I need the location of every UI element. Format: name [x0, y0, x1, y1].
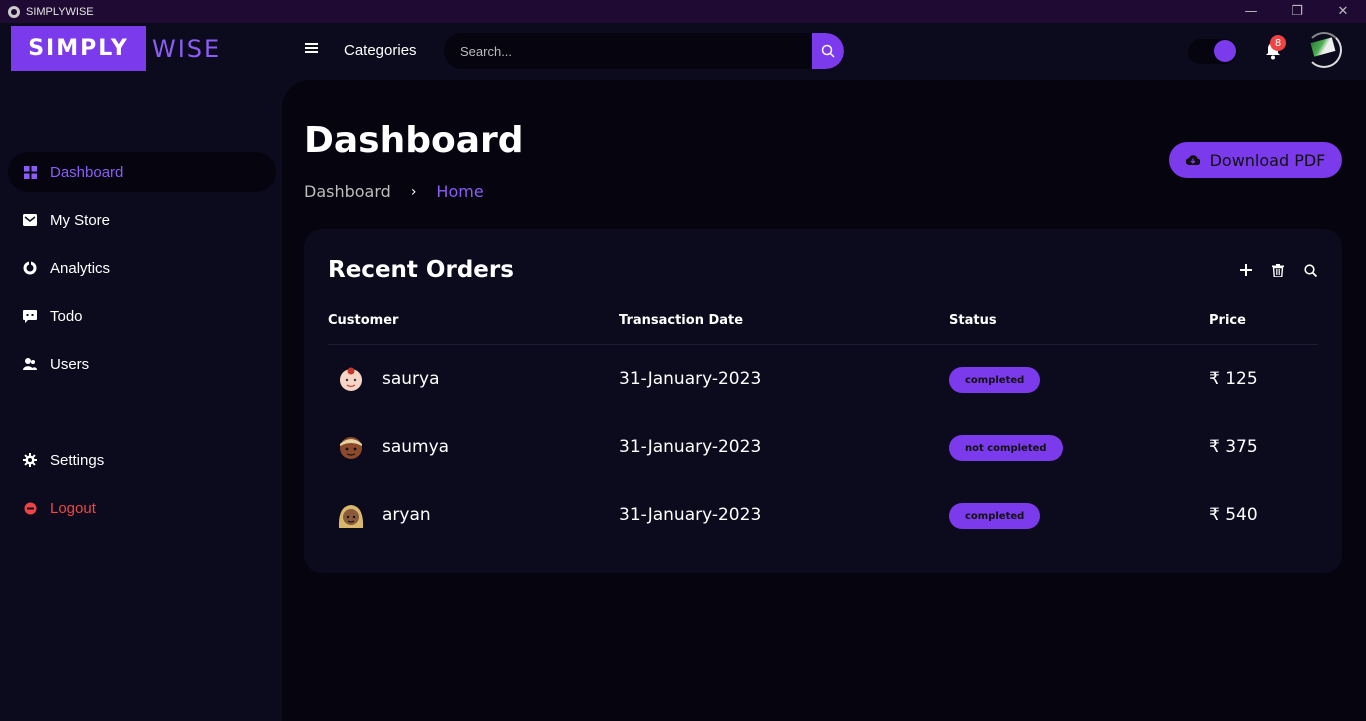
toggle-knob	[1214, 40, 1236, 62]
minimize-button[interactable]: —	[1228, 0, 1274, 23]
recent-orders-title: Recent Orders	[328, 257, 514, 283]
transaction-date: 31-January-2023	[619, 505, 762, 525]
sidebar-item-label: Settings	[50, 451, 105, 469]
column-header-status: Status	[949, 313, 997, 328]
user-avatar[interactable]	[1306, 32, 1342, 68]
grid-icon	[23, 165, 37, 179]
logo[interactable]: SIMPLY WISE	[11, 26, 221, 71]
search-button[interactable]	[812, 33, 844, 69]
window-controls: — ❐ ✕	[1228, 0, 1366, 23]
customer-avatar	[336, 432, 366, 462]
status-badge: completed	[949, 503, 1041, 529]
add-icon[interactable]	[1238, 262, 1254, 278]
sidebar-item-label: Todo	[50, 307, 83, 325]
store-icon	[23, 213, 37, 227]
search-icon	[821, 44, 835, 58]
gear-icon	[23, 453, 37, 467]
table-header: Customer Transaction Date Status Price	[328, 313, 1318, 345]
price: ₹ 125	[1209, 369, 1258, 389]
column-header-customer: Customer	[328, 313, 399, 328]
sidebar-item-label: Logout	[50, 499, 96, 517]
breadcrumb: Dashboard › Home	[304, 182, 484, 201]
customer-name: aryan	[382, 505, 431, 525]
column-header-price: Price	[1209, 313, 1246, 328]
breadcrumb-item-dashboard[interactable]: Dashboard	[304, 182, 391, 201]
cloud-download-icon	[1185, 155, 1200, 165]
hamburger-icon[interactable]	[305, 43, 318, 53]
sidebar: Dashboard My Store Analytics Todo Users …	[0, 80, 280, 721]
customer-avatar	[336, 500, 366, 530]
search-input[interactable]	[444, 33, 812, 69]
status-badge: not completed	[949, 435, 1063, 461]
search-bar	[444, 33, 844, 69]
customer-avatar	[336, 364, 366, 394]
customer-name: saurya	[382, 369, 440, 389]
page-title: Dashboard	[304, 120, 524, 161]
trash-icon[interactable]	[1270, 262, 1286, 278]
app-name: SIMPLYWISE	[26, 5, 94, 18]
recent-orders-card: Recent Orders Customer Transaction Date …	[304, 229, 1342, 573]
sidebar-item-label: My Store	[50, 211, 111, 229]
sidebar-item-label: Dashboard	[50, 163, 124, 181]
status-badge: completed	[949, 367, 1041, 393]
table-row[interactable]: saurya 31-January-2023 completed ₹ 125	[328, 345, 1318, 413]
users-icon	[23, 357, 37, 371]
download-pdf-button[interactable]: Download PDF	[1169, 142, 1342, 178]
transaction-date: 31-January-2023	[619, 369, 762, 389]
top-header: SIMPLY WISE Categories 8	[0, 23, 1366, 80]
table-row[interactable]: saumya 31-January-2023 not completed ₹ 3…	[328, 413, 1318, 481]
price: ₹ 375	[1209, 437, 1258, 457]
logo-part-wise: WISE	[152, 34, 222, 63]
table-row[interactable]: aryan 31-January-2023 completed ₹ 540	[328, 481, 1318, 549]
logo-part-simply: SIMPLY	[11, 26, 146, 71]
sidebar-item-logout[interactable]: Logout	[8, 488, 276, 528]
sidebar-item-settings[interactable]: Settings	[8, 440, 276, 480]
breadcrumb-item-home[interactable]: Home	[436, 182, 483, 201]
categories-link[interactable]: Categories	[344, 42, 417, 59]
sidebar-item-analytics[interactable]: Analytics	[8, 248, 276, 288]
search-icon[interactable]	[1302, 262, 1318, 278]
customer-name: saumya	[382, 437, 450, 457]
close-button[interactable]: ✕	[1320, 0, 1366, 23]
restore-button[interactable]: ❐	[1274, 0, 1320, 23]
chevron-right-icon: ›	[410, 183, 417, 200]
sidebar-item-label: Users	[50, 355, 90, 373]
sidebar-item-users[interactable]: Users	[8, 344, 276, 384]
app-icon	[8, 5, 20, 18]
price: ₹ 540	[1209, 505, 1258, 525]
card-actions	[1238, 262, 1318, 278]
sidebar-item-todo[interactable]: Todo	[8, 296, 276, 336]
sidebar-item-my-store[interactable]: My Store	[8, 200, 276, 240]
theme-toggle[interactable]	[1188, 39, 1238, 64]
main-content: Dashboard Dashboard › Home Download PDF …	[282, 80, 1366, 721]
analytics-icon	[23, 261, 37, 275]
download-pdf-label: Download PDF	[1209, 150, 1326, 170]
notification-badge: 8	[1270, 35, 1286, 51]
column-header-transaction-date: Transaction Date	[619, 313, 744, 328]
title-bar: SIMPLYWISE — ❐ ✕	[0, 0, 1366, 23]
transaction-date: 31-January-2023	[619, 437, 762, 457]
sidebar-item-dashboard[interactable]: Dashboard	[8, 152, 276, 192]
todo-icon	[23, 309, 37, 323]
logout-icon	[23, 501, 37, 515]
sidebar-item-label: Analytics	[50, 259, 111, 277]
